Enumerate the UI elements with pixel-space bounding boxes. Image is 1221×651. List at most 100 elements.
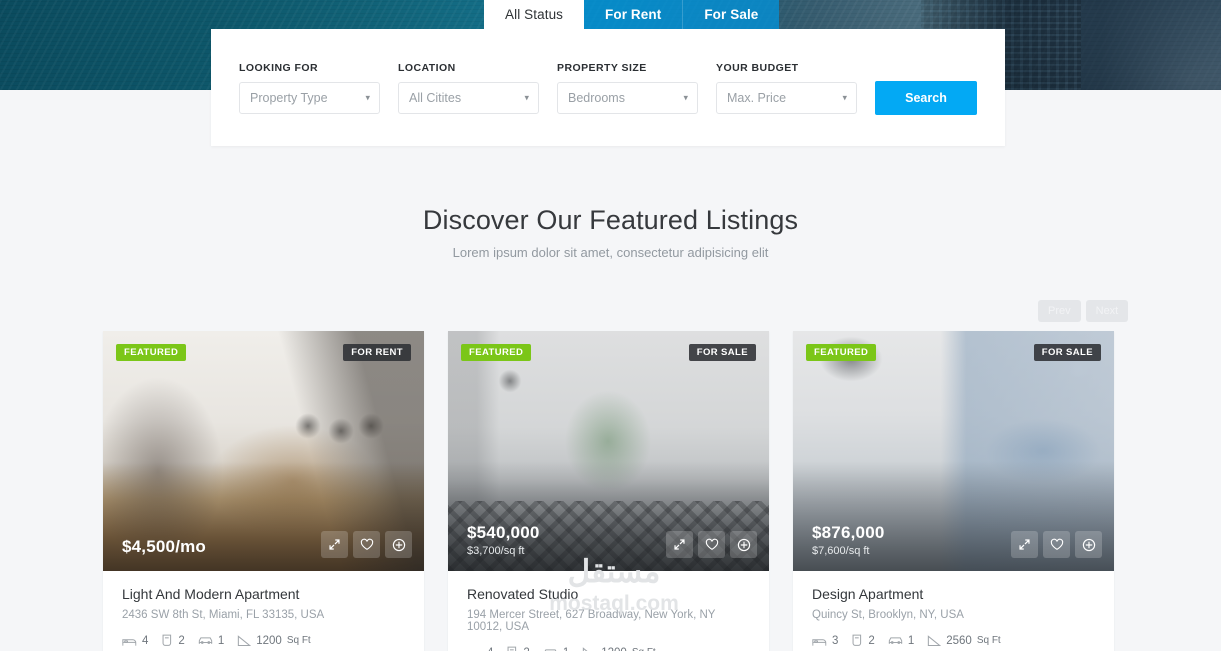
carousel-pagination: Prev Next	[1038, 300, 1129, 322]
property-type-select-value: Property Type	[250, 91, 328, 105]
listing-card[interactable]: FEATURED FOR SALE $876,000 $7,600/sq ft	[793, 331, 1114, 651]
spec-garages: 1	[888, 635, 914, 647]
bed-icon	[812, 638, 827, 646]
spec-baths: 2	[506, 646, 530, 651]
listing-details: Light And Modern Apartment 2436 SW 8th S…	[103, 571, 424, 651]
expand-icon[interactable]	[321, 531, 348, 558]
listing-price-per-sqft: $3,700/sq ft	[467, 545, 525, 557]
add-circle-icon[interactable]	[1075, 531, 1102, 558]
listing-price-per-sqft: $7,600/sq ft	[812, 545, 870, 557]
bed-icon	[122, 638, 137, 646]
chevron-updown-icon: ▾	[365, 92, 370, 103]
listing-price: $540,000	[467, 523, 540, 543]
car-icon	[544, 649, 557, 651]
add-circle-icon[interactable]	[730, 531, 757, 558]
search-button[interactable]: Search	[875, 80, 977, 115]
bedrooms-select-value: Bedrooms	[568, 91, 625, 105]
search-field-budget: YOUR BUDGET Max. Price ▾	[716, 62, 857, 115]
garages-count: 1	[217, 634, 225, 647]
area-icon	[238, 634, 252, 646]
listing-address: 2436 SW 8th St, Miami, FL 33135, USA	[122, 609, 325, 621]
area-value: 1200	[256, 634, 282, 647]
search-field-location: LOCATION All Citites ▾	[398, 62, 539, 115]
tab-for-sale[interactable]: For Sale	[682, 0, 780, 29]
location-label: LOCATION	[398, 62, 456, 74]
page-title: Discover Our Featured Listings	[422, 205, 799, 235]
bath-icon	[162, 634, 172, 646]
max-price-select-value: Max. Price	[727, 91, 787, 105]
car-icon	[888, 637, 902, 644]
spec-beds: 4	[467, 647, 493, 651]
expand-icon[interactable]	[666, 531, 693, 558]
featured-badge: FEATURED	[806, 344, 877, 361]
listing-title[interactable]: Design Apartment	[812, 586, 1095, 602]
location-select[interactable]: All Citites ▾	[398, 82, 539, 114]
garages-count: 1	[907, 634, 915, 647]
featured-section-header: Discover Our Featured Listings Lorem ips…	[0, 205, 1221, 260]
baths-count: 2	[868, 634, 875, 647]
listing-price: $4,500/mo	[122, 537, 207, 557]
beds-count: 4	[487, 647, 493, 651]
prev-button[interactable]: Prev	[1038, 300, 1081, 322]
listing-card[interactable]: FEATURED FOR RENT $4,500/mo Light And Mo…	[103, 331, 424, 651]
heart-icon[interactable]	[698, 531, 725, 558]
property-type-select[interactable]: Property Type ▾	[239, 82, 380, 114]
listing-title[interactable]: Light And Modern Apartment	[122, 586, 405, 602]
bath-icon	[852, 634, 862, 646]
listing-card[interactable]: FEATURED FOR SALE $540,000 $3,700/sq ft	[448, 331, 769, 651]
expand-icon[interactable]	[1011, 531, 1038, 558]
listing-specs: 4 2 1	[122, 634, 405, 647]
status-badge: FOR SALE	[688, 344, 756, 361]
area-unit: Sq Ft	[632, 647, 656, 651]
looking-for-label: LOOKING FOR	[239, 62, 319, 74]
listing-image[interactable]: FEATURED FOR SALE $540,000 $3,700/sq ft	[448, 331, 769, 571]
area-value: 2560	[946, 634, 972, 647]
next-button[interactable]: Next	[1085, 300, 1129, 322]
price-overlay: $540,000 $3,700/sq ft	[467, 523, 540, 557]
area-unit: Sq Ft	[286, 635, 311, 646]
garages-count: 1	[563, 647, 569, 651]
tab-for-rent[interactable]: For Rent	[584, 0, 683, 29]
bed-icon	[467, 650, 480, 651]
listing-image[interactable]: FEATURED FOR RENT $4,500/mo	[103, 331, 424, 571]
area-icon	[583, 646, 589, 651]
add-circle-icon[interactable]	[385, 531, 412, 558]
max-price-select[interactable]: Max. Price ▾	[716, 82, 857, 114]
heart-icon[interactable]	[1043, 531, 1070, 558]
listing-address: 194 Mercer Street, 627 Broadway, New Yor…	[467, 609, 716, 633]
price-overlay: $4,500/mo	[122, 537, 206, 557]
listing-title[interactable]: Renovated Studio	[467, 586, 750, 602]
search-field-property-size: PROPERTY SIZE Bedrooms ▾	[557, 62, 698, 115]
featured-badge: FEATURED	[116, 344, 187, 361]
listing-cards: FEATURED FOR RENT $4,500/mo Light And Mo…	[103, 331, 1114, 651]
car-icon	[198, 637, 212, 644]
beds-count: 4	[142, 634, 149, 647]
status-tabs: All Status For Rent For Sale	[484, 0, 780, 29]
listing-image[interactable]: FEATURED FOR SALE $876,000 $7,600/sq ft	[793, 331, 1114, 571]
baths-count: 2	[523, 647, 529, 651]
tab-all-status[interactable]: All Status	[484, 0, 585, 29]
spec-garages: 1	[198, 635, 224, 647]
spec-baths: 2	[851, 634, 875, 647]
chevron-updown-icon: ▾	[683, 92, 688, 103]
listing-price: $876,000	[812, 523, 885, 543]
bedrooms-select[interactable]: Bedrooms ▾	[557, 82, 698, 114]
status-badge: FOR SALE	[1033, 344, 1101, 361]
area-value: 1200	[601, 647, 627, 651]
spec-beds: 3	[812, 635, 838, 647]
spec-beds: 4	[122, 635, 148, 647]
area-unit: Sq Ft	[976, 635, 1001, 646]
listing-actions	[321, 531, 412, 558]
status-badge: FOR RENT	[343, 344, 411, 361]
listing-address: Quincy St, Brooklyn, NY, USA	[812, 609, 964, 621]
baths-count: 2	[178, 634, 185, 647]
area-icon	[928, 634, 942, 646]
budget-label: YOUR BUDGET	[716, 62, 799, 74]
spec-area: 2560 Sq Ft	[927, 635, 1001, 647]
property-search-panel: LOOKING FOR Property Type ▾ LOCATION All…	[211, 29, 1005, 146]
listing-specs: 3 2 1 2560 Sq Ft	[812, 634, 1095, 647]
listing-details: Renovated Studio 194 Mercer Street, 627 …	[448, 571, 769, 651]
featured-badge: FEATURED	[461, 344, 532, 361]
heart-icon[interactable]	[353, 531, 380, 558]
location-select-value: All Citites	[409, 91, 462, 105]
